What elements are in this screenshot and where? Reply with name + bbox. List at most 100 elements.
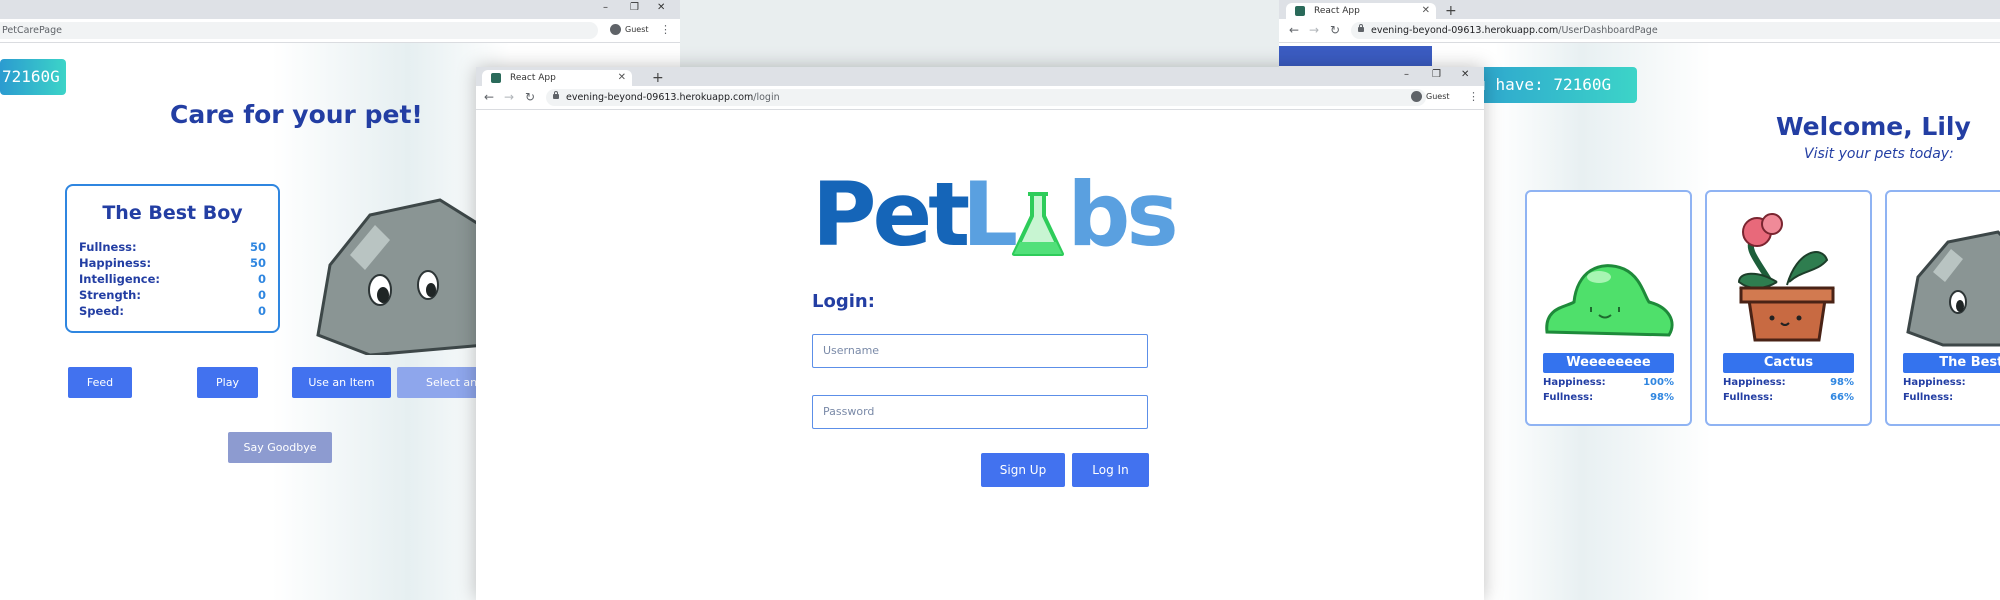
flask-icon xyxy=(1012,192,1064,256)
restore-icon[interactable]: ❐ xyxy=(1432,69,1441,80)
stat-row-speed: Speed: 0 xyxy=(79,304,266,320)
tab-close-icon[interactable]: ✕ xyxy=(618,70,626,86)
login-heading: Login: xyxy=(812,291,875,312)
use-item-button[interactable]: Use an Item xyxy=(292,367,391,398)
pet-name: Weeeeeeee xyxy=(1543,353,1674,373)
stat-label: Fullness: xyxy=(1723,392,1774,403)
feed-button[interactable]: Feed xyxy=(68,367,132,398)
right-tabbar: React App ✕ + xyxy=(1279,0,2000,19)
url-host: evening-beyond-09613.herokuapp.com xyxy=(566,92,754,103)
restore-icon[interactable]: ❐ xyxy=(630,2,639,13)
rock-pet-image xyxy=(1906,230,2000,347)
url-host: evening-beyond-09613.herokuapp.com xyxy=(1371,25,1559,36)
pet-name: Cactus xyxy=(1723,353,1854,373)
center-profile-guest[interactable]: Guest xyxy=(1411,90,1450,104)
favicon-icon xyxy=(1295,6,1305,16)
back-icon[interactable]: ← xyxy=(1289,24,1299,36)
pet-happiness: Happiness: 100% xyxy=(1543,377,1674,391)
stat-value: 98% xyxy=(1650,392,1674,403)
pet-name: The Best Bo xyxy=(1903,353,2000,373)
welcome-heading: Welcome, Lily xyxy=(1776,112,1971,141)
kebab-menu-icon[interactable]: ⋮ xyxy=(1468,90,1479,103)
stat-value: 98% xyxy=(1830,377,1854,388)
close-icon[interactable]: ✕ xyxy=(1461,69,1469,80)
tab-title: React App xyxy=(510,73,556,83)
sign-up-button[interactable]: Sign Up xyxy=(981,453,1065,487)
tab-title: React App xyxy=(1314,6,1360,16)
forward-icon[interactable]: → xyxy=(504,91,514,103)
pet-card[interactable]: The Best Bo Happiness: Fullness: xyxy=(1885,190,2000,426)
stat-value: 50 xyxy=(249,240,266,254)
pet-fullness: Fullness: 66% xyxy=(1723,392,1854,406)
reload-icon[interactable]: ↻ xyxy=(1330,24,1340,36)
password-input[interactable]: Password xyxy=(812,395,1148,429)
kebab-menu-icon[interactable]: ⋮ xyxy=(660,23,671,36)
right-url-field[interactable]: evening-beyond-09613.herokuapp.com/UserD… xyxy=(1351,22,2000,39)
center-addressbar: ← → ↻ evening-beyond-09613.herokuapp.com… xyxy=(476,86,1484,110)
left-addressbar: PetCarePage Guest ⋮ xyxy=(0,19,680,43)
lock-icon xyxy=(553,91,559,99)
url-path: /login xyxy=(753,92,780,103)
pet-happiness: Happiness: xyxy=(1903,377,2000,391)
guest-label: Guest xyxy=(1426,92,1450,101)
play-button[interactable]: Play xyxy=(197,367,258,398)
say-goodbye-button[interactable]: Say Goodbye xyxy=(228,432,332,463)
center-tab[interactable]: React App ✕ xyxy=(482,70,632,86)
left-url-field[interactable]: PetCarePage xyxy=(0,22,598,39)
stat-label: Fullness: xyxy=(79,240,137,254)
slime-pet-image xyxy=(1545,264,1674,337)
username-input[interactable]: Username xyxy=(812,334,1148,368)
pet-happiness: Happiness: 98% xyxy=(1723,377,1854,391)
stat-row-happiness: Happiness: 50 xyxy=(79,256,266,272)
stat-label: Happiness: xyxy=(1903,377,1966,388)
left-tabbar: – ❐ ✕ xyxy=(0,0,680,19)
guest-label: Guest xyxy=(625,25,649,34)
stat-label: Happiness: xyxy=(79,256,152,270)
back-icon[interactable]: ← xyxy=(484,91,494,103)
center-url-field[interactable]: evening-beyond-09613.herokuapp.com/login xyxy=(546,89,1426,106)
right-tab[interactable]: React App ✕ xyxy=(1286,3,1436,19)
favicon-icon xyxy=(491,73,501,83)
forward-icon[interactable]: → xyxy=(1309,24,1319,36)
pet-stat-card: The Best Boy Fullness: 50 Happiness: 50 In… xyxy=(65,184,280,333)
close-icon[interactable]: ✕ xyxy=(657,2,665,13)
pet-card[interactable]: Cactus Happiness: 98% Fullness: 66% xyxy=(1705,190,1872,426)
right-addressbar: ← → ↻ evening-beyond-09613.herokuapp.com… xyxy=(1279,19,2000,43)
stat-label: Intelligence: xyxy=(79,272,161,286)
gold-badge: 72160G xyxy=(0,59,66,95)
pet-fullness: Fullness: 98% xyxy=(1543,392,1674,406)
welcome-subtitle: Visit your pets today: xyxy=(1804,146,1954,162)
lock-icon xyxy=(1358,24,1364,32)
tab-close-icon[interactable]: ✕ xyxy=(1422,3,1430,19)
nav-strip xyxy=(1279,46,1432,66)
stat-label: Fullness: xyxy=(1543,392,1594,403)
url-path: /UserDashboardPage xyxy=(1558,25,1658,36)
center-tabbar: React App ✕ + – ❐ ✕ xyxy=(476,67,1484,86)
logo-text-labs: L bs xyxy=(962,163,1179,266)
profile-avatar-icon xyxy=(1411,91,1422,102)
minimize-icon[interactable]: – xyxy=(603,2,608,13)
minimize-icon[interactable]: – xyxy=(1404,69,1409,80)
stat-value: 0 xyxy=(257,272,266,286)
stat-row-intelligence: Intelligence: 0 xyxy=(79,272,266,288)
left-profile-guest[interactable]: Guest xyxy=(610,23,649,37)
stat-value: 50 xyxy=(249,256,266,270)
stat-value: 100% xyxy=(1643,377,1674,388)
pet-name: The Best Boy xyxy=(102,202,243,224)
logo-text-pet: Pet xyxy=(812,163,970,266)
stat-label: Fullness: xyxy=(1903,392,1954,403)
stat-value: 0 xyxy=(257,288,266,302)
stat-row-strength: Strength: 0 xyxy=(79,288,266,304)
new-tab-icon[interactable]: + xyxy=(652,70,664,86)
pet-fullness: Fullness: xyxy=(1903,392,2000,406)
stat-value: 0 xyxy=(257,304,266,318)
new-tab-icon[interactable]: + xyxy=(1445,3,1457,19)
pet-card[interactable]: Weeeeeeee Happiness: 100% Fullness: 98% xyxy=(1525,190,1692,426)
petlabs-logo: Pet L bs xyxy=(812,160,1179,270)
page-title: Care for your pet! xyxy=(170,100,423,129)
cactus-pet-image xyxy=(1737,213,1835,342)
reload-icon[interactable]: ↻ xyxy=(525,91,535,103)
stat-label: Happiness: xyxy=(1543,377,1606,388)
log-in-button[interactable]: Log In xyxy=(1072,453,1149,487)
stat-label: Happiness: xyxy=(1723,377,1786,388)
